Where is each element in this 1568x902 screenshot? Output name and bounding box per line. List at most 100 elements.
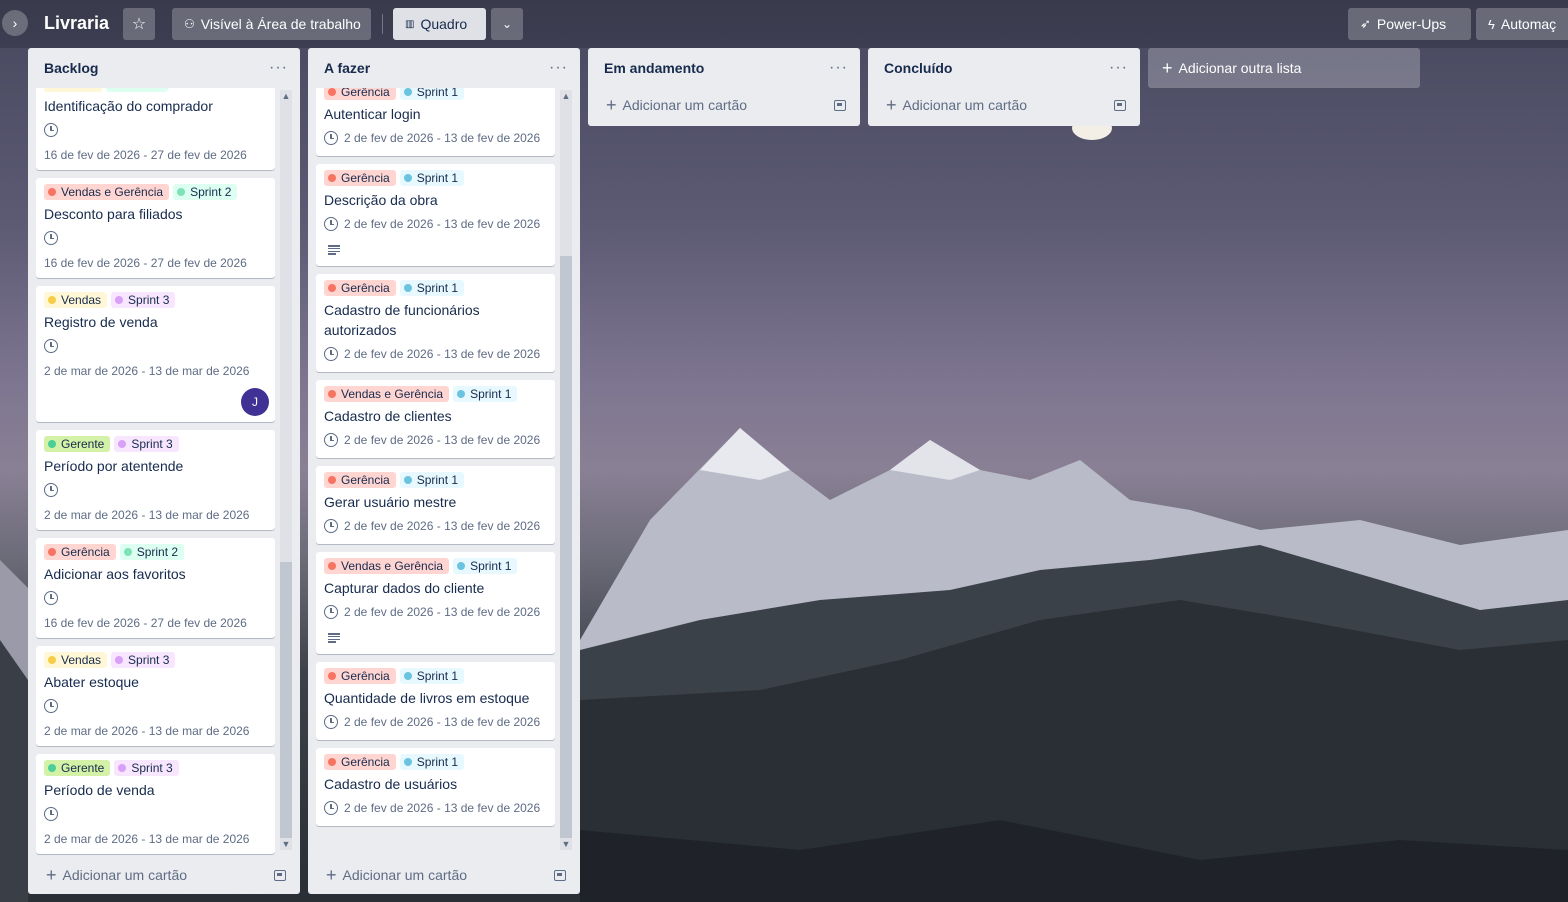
card[interactable]: Gerência Sprint 1 Autenticar login 2 de fev… <box>316 88 555 156</box>
card-label[interactable]: Sprint 1 <box>399 668 465 684</box>
card[interactable]: Gerência Sprint 1 Gerar usuário mestre 2 de… <box>316 466 555 544</box>
card-label[interactable]: Sprint 1 <box>399 88 465 100</box>
list-title[interactable]: Backlog <box>44 60 98 76</box>
card-label[interactable]: Gerência <box>324 754 396 770</box>
card-label[interactable]: Vendas e Gerência <box>324 386 450 402</box>
scroll-down-icon[interactable]: ▼ <box>560 838 572 850</box>
card-template-icon[interactable] <box>554 869 566 881</box>
label-color-dot <box>118 764 127 772</box>
card-title: Quantidade de livros em estoque <box>324 690 530 706</box>
clock-icon <box>44 591 58 605</box>
list-header[interactable]: A fazer ··· <box>308 48 580 88</box>
powerups-button[interactable]: ➶ Power-Ups <box>1348 8 1471 40</box>
card-label[interactable] <box>106 88 168 92</box>
card[interactable]: Gerência Sprint 1 Cadastro de usuários 2 de… <box>316 748 555 826</box>
card-labels: Gerência Sprint 2 <box>44 544 267 560</box>
board-title[interactable]: Livraria <box>44 13 109 34</box>
star-board-button[interactable]: ☆ <box>123 8 155 40</box>
visibility-button[interactable]: ⚇ Visível à Área de trabalho <box>172 8 371 40</box>
card[interactable]: Vendas e Gerência Sprint 1 Cadastro de cli… <box>316 380 555 458</box>
card[interactable]: Gerência Sprint 2 Adicionar aos favoritos 1… <box>36 538 275 638</box>
scroll-thumb[interactable] <box>560 256 572 838</box>
card[interactable]: Vendas e Gerência Sprint 1 Capturar dados … <box>316 552 555 654</box>
view-switcher-button[interactable]: ⌄ <box>491 8 523 40</box>
add-card-button[interactable]: + Adicionar um cartão <box>606 96 747 114</box>
list-title[interactable]: Em andamento <box>604 60 704 76</box>
card-label[interactable]: Gerência <box>324 280 396 296</box>
list-header[interactable]: Em andamento ··· <box>588 48 860 88</box>
card-label[interactable] <box>44 88 102 92</box>
scroll-down-icon[interactable]: ▼ <box>280 838 292 850</box>
scroll-up-icon[interactable]: ▲ <box>560 90 572 102</box>
card-label[interactable]: Sprint 3 <box>114 436 179 452</box>
card-label[interactable]: Vendas <box>44 292 108 308</box>
add-card-button[interactable]: + Adicionar um cartão <box>326 866 467 884</box>
scroll-thumb[interactable] <box>280 562 292 838</box>
label-color-dot <box>115 656 124 664</box>
card-label[interactable]: Vendas e Gerência <box>44 184 170 200</box>
label-text: Vendas <box>61 653 102 667</box>
card[interactable]: Gerência Sprint 1 Cadastro de funcionários… <box>316 274 555 372</box>
sidebar-expand-button[interactable]: › <box>2 10 28 36</box>
card-label[interactable]: Sprint 1 <box>399 170 465 186</box>
board-view-button[interactable]: ▥ Quadro <box>393 8 486 40</box>
label-color-dot <box>123 548 132 556</box>
cards-container: Identificação do comprador 16 de fev de 2… <box>28 88 300 856</box>
label-text: Sprint 1 <box>470 559 512 573</box>
list-menu-icon[interactable]: ··· <box>1109 59 1128 77</box>
card[interactable]: Gerente Sprint 3 Período por atentende 2 de… <box>36 430 275 530</box>
card[interactable]: Gerência Sprint 1 Quantidade de livros em … <box>316 662 555 740</box>
card-badges: 2 de fev de 2026 - 13 de fev de 2026 <box>324 598 547 626</box>
scroll-up-icon[interactable]: ▲ <box>280 90 292 102</box>
list-title[interactable]: A fazer <box>324 60 370 76</box>
card-label[interactable]: Sprint 3 <box>111 652 176 668</box>
list-menu-icon[interactable]: ··· <box>549 59 568 77</box>
list-menu-icon[interactable]: ··· <box>269 59 288 77</box>
list-scrollbar[interactable]: ▲ ▼ <box>280 90 292 850</box>
cards-container: Gerência Sprint 1 Autenticar login 2 de fev… <box>308 88 580 856</box>
card-template-icon[interactable] <box>834 99 846 111</box>
card-label[interactable]: Gerência <box>324 88 396 100</box>
card-template-icon[interactable] <box>274 869 286 881</box>
add-card-button[interactable]: + Adicionar um cartão <box>886 96 1027 114</box>
label-color-dot <box>48 440 56 448</box>
card-label[interactable]: Sprint 3 <box>114 760 179 776</box>
card-labels <box>44 88 267 92</box>
card-label[interactable]: Sprint 2 <box>173 184 238 200</box>
add-card-button[interactable]: + Adicionar um cartão <box>46 866 187 884</box>
card[interactable]: Gerência Sprint 1 Descrição da obra 2 de fe… <box>316 164 555 266</box>
card-label[interactable]: Sprint 1 <box>453 386 518 402</box>
card[interactable]: Gerente Sprint 3 Período de venda 2 de mar … <box>36 754 275 854</box>
card-template-icon[interactable] <box>1114 99 1126 111</box>
card[interactable]: Vendas Sprint 3 Registro de venda 2 de mar … <box>36 286 275 422</box>
list-header[interactable]: Concluído ··· <box>868 48 1140 88</box>
card-label[interactable]: Gerência <box>324 668 396 684</box>
add-list-button[interactable]: + Adicionar outra lista <box>1148 48 1420 88</box>
card[interactable]: Vendas e Gerência Sprint 2 Desconto para f… <box>36 178 275 278</box>
card-label[interactable]: Gerência <box>324 170 396 186</box>
card-label[interactable]: Gerente <box>44 436 111 452</box>
list-menu-icon[interactable]: ··· <box>829 59 848 77</box>
card-label[interactable]: Gerente <box>44 760 111 776</box>
card-label[interactable]: Sprint 1 <box>399 754 465 770</box>
card-label[interactable]: Vendas <box>44 652 108 668</box>
card[interactable]: Vendas Sprint 3 Abater estoque 2 de mar de … <box>36 646 275 746</box>
card-badges <box>44 800 267 828</box>
card-label[interactable]: Vendas e Gerência <box>324 558 450 574</box>
card-label[interactable]: Sprint 2 <box>119 544 185 560</box>
card-label[interactable]: Gerência <box>324 472 396 488</box>
list-title[interactable]: Concluído <box>884 60 952 76</box>
card-label[interactable]: Gerência <box>44 544 116 560</box>
card-label[interactable]: Sprint 1 <box>453 558 518 574</box>
list-header[interactable]: Backlog ··· <box>28 48 300 88</box>
card-label[interactable]: Sprint 1 <box>399 472 465 488</box>
list-backlog: Backlog ··· Identificação do comprador 16… <box>28 48 300 894</box>
member-avatar[interactable]: J <box>241 388 269 416</box>
label-text: Sprint 2 <box>190 185 232 199</box>
card-label[interactable]: Sprint 1 <box>399 280 465 296</box>
automation-button[interactable]: ϟ Automaç <box>1476 8 1568 40</box>
card-label[interactable]: Sprint 3 <box>111 292 176 308</box>
card[interactable]: Identificação do comprador 16 de fev de 2… <box>36 88 275 170</box>
list-scrollbar[interactable]: ▲ ▼ <box>560 90 572 850</box>
star-icon: ☆ <box>131 16 147 33</box>
